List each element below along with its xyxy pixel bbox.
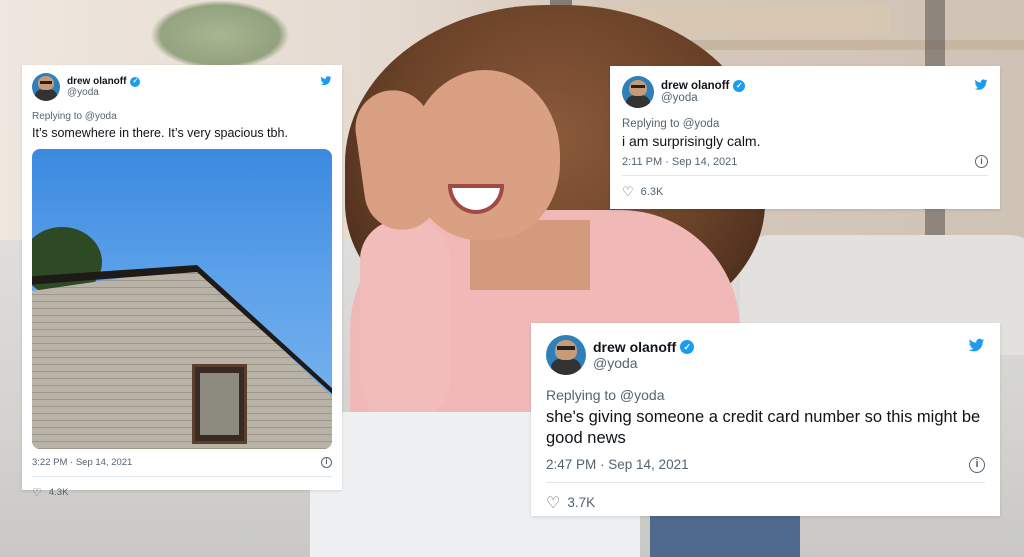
author-name[interactable]: drew olanoff bbox=[593, 339, 676, 355]
avatar[interactable] bbox=[546, 335, 586, 375]
house-window bbox=[192, 364, 247, 444]
replying-to[interactable]: Replying to @yoda bbox=[32, 111, 332, 122]
info-icon[interactable]: i bbox=[969, 456, 985, 473]
twitter-bird-icon[interactable] bbox=[974, 78, 988, 95]
info-icon[interactable]: i bbox=[975, 155, 988, 168]
jeans bbox=[650, 510, 800, 557]
plant bbox=[150, 0, 290, 70]
woman-arm bbox=[360, 220, 450, 420]
tweet-timestamp[interactable]: 3:22 PM · Sep 14, 2021 bbox=[32, 457, 132, 468]
like-row[interactable]: ♡ 3.7K bbox=[546, 493, 985, 513]
author-name[interactable]: drew olanoff bbox=[661, 80, 729, 92]
tweet-meta: 2:11 PM · Sep 14, 2021 i bbox=[622, 155, 988, 168]
tweet-photo[interactable] bbox=[32, 149, 332, 449]
like-count: 6.3K bbox=[640, 186, 664, 198]
replying-to[interactable]: Replying to @yoda bbox=[546, 387, 985, 403]
avatar[interactable] bbox=[622, 76, 654, 108]
divider bbox=[622, 175, 988, 176]
tweet-header: drew olanoff ✓ @yoda bbox=[622, 76, 988, 108]
author-name[interactable]: drew olanoff bbox=[67, 76, 126, 87]
tweet-header: drew olanoff ✓ @yoda bbox=[546, 335, 985, 375]
tweet-text: It’s somewhere in there. It’s very spaci… bbox=[32, 126, 288, 140]
tweet-timestamp[interactable]: 2:47 PM · Sep 14, 2021 bbox=[546, 457, 689, 472]
tweet-card[interactable]: drew olanoff ✓ @yoda Replying to @yoda i… bbox=[610, 66, 1000, 209]
verified-badge-icon: ✓ bbox=[733, 80, 746, 92]
tweet-header: drew olanoff ✓ @yoda bbox=[32, 73, 332, 101]
author-block: drew olanoff ✓ @yoda bbox=[661, 80, 746, 104]
info-icon[interactable]: i bbox=[321, 457, 332, 468]
verified-badge-icon: ✓ bbox=[680, 340, 695, 354]
avatar[interactable] bbox=[32, 73, 60, 101]
author-handle[interactable]: @yoda bbox=[67, 87, 140, 98]
house-siding bbox=[32, 267, 332, 449]
tweet-meta: 2:47 PM · Sep 14, 2021 i bbox=[546, 456, 985, 473]
replying-to[interactable]: Replying to @yoda bbox=[622, 118, 988, 130]
heart-icon[interactable]: ♡ bbox=[622, 184, 634, 200]
divider bbox=[546, 481, 985, 483]
author-handle[interactable]: @yoda bbox=[593, 355, 694, 371]
heart-icon[interactable]: ♡ bbox=[546, 493, 560, 513]
author-handle[interactable]: @yoda bbox=[661, 92, 745, 104]
like-count: 4.3K bbox=[48, 487, 69, 498]
twitter-bird-icon[interactable] bbox=[968, 337, 985, 359]
tweet-meta: 3:22 PM · Sep 14, 2021 i bbox=[32, 457, 332, 468]
tweet-text: she's giving someone a credit card numbe… bbox=[546, 408, 981, 448]
tweet-card[interactable]: drew olanoff ✓ @yoda Replying to @yoda I… bbox=[22, 65, 342, 499]
tweet-text: i am surprisingly calm. bbox=[622, 133, 761, 149]
like-row[interactable]: ♡ 6.3K bbox=[622, 184, 988, 200]
like-row[interactable]: ♡ 4.3K bbox=[32, 486, 332, 499]
verified-badge-icon: ✓ bbox=[130, 76, 141, 87]
heart-icon[interactable]: ♡ bbox=[32, 486, 42, 499]
tweet-timestamp[interactable]: 2:11 PM · Sep 14, 2021 bbox=[622, 156, 737, 168]
divider bbox=[32, 476, 332, 477]
author-block: drew olanoff ✓ @yoda bbox=[593, 339, 695, 371]
author-block: drew olanoff ✓ @yoda bbox=[67, 76, 141, 98]
like-count: 3.7K bbox=[567, 495, 596, 511]
twitter-bird-icon[interactable] bbox=[320, 75, 332, 90]
tweet-card[interactable]: drew olanoff ✓ @yoda Replying to @yoda s… bbox=[531, 323, 1000, 516]
